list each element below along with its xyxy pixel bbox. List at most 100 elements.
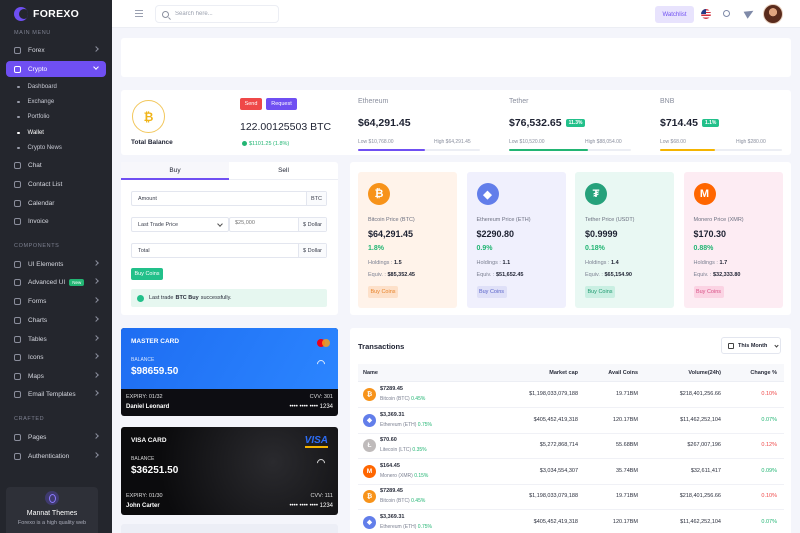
ticker-range-bar xyxy=(660,149,782,151)
card-number: •••• •••• •••• 1234 xyxy=(289,503,333,509)
btc-suffix: BTC xyxy=(306,192,326,205)
contact-icon xyxy=(14,180,21,188)
last-trade-price-select[interactable]: Last Trade Price xyxy=(131,217,229,232)
row-volume: $32,611,417 xyxy=(690,467,721,474)
row-market-cap: $405,452,419,318 xyxy=(533,416,578,423)
calendar-icon xyxy=(728,342,734,349)
row-avail-coins: 120.17BM xyxy=(612,416,638,423)
row-avail-coins: 120.17BM xyxy=(612,518,638,525)
search-input[interactable] xyxy=(175,11,275,17)
sidebar-item-forex[interactable]: Forex xyxy=(0,42,112,58)
balance-usd: $1101.25 (1.8%) xyxy=(242,141,289,147)
price-field[interactable]: $ Dollar xyxy=(229,217,327,232)
send-icon[interactable] xyxy=(743,7,756,19)
sidebar-item-icons[interactable]: Icons xyxy=(0,349,112,365)
price-input[interactable] xyxy=(235,220,290,226)
coin-icon: ₿ xyxy=(363,388,376,401)
sidebar-item-calendar[interactable]: Calendar xyxy=(0,195,112,211)
forex-icon xyxy=(14,46,21,54)
buy-coins-button[interactable]: Buy Coins xyxy=(476,286,507,298)
send-button[interactable]: Send xyxy=(240,98,262,110)
promo-card: Mannat Themes Forexo is a high quality w… xyxy=(6,487,98,533)
chevron-right-icon xyxy=(93,353,99,359)
table-row[interactable]: ◆ $3,369.31 Ethereum (ETH) 0.75% $405,45… xyxy=(358,510,784,533)
user-avatar[interactable] xyxy=(763,4,783,24)
sidebar-item-tables[interactable]: Tables xyxy=(0,331,112,347)
sidebar-item-pages[interactable]: Pages xyxy=(0,429,112,445)
sidebar-item-crypto[interactable]: Crypto xyxy=(6,61,106,77)
theme-toggle-icon[interactable] xyxy=(723,10,730,17)
row-coin: Bitcoin (BTC) 0.45% xyxy=(380,396,426,402)
ticker-high: High $280.00 xyxy=(736,139,766,145)
row-market-cap: $1,198,033,079,188 xyxy=(529,493,578,499)
menu-toggle-icon[interactable] xyxy=(135,10,143,17)
table-row[interactable]: Ł $70.60 Litecoin (LTC) 0.35% $5,272,868… xyxy=(358,433,784,459)
row-volume: $218,401,256.66 xyxy=(679,493,721,499)
ticker-low: Low $68.00 xyxy=(660,139,686,145)
row-change: 0.07% xyxy=(761,416,777,423)
ticker-low: Low $10,520.00 xyxy=(509,139,545,145)
watchlist-button[interactable]: Watchlist xyxy=(655,6,694,23)
sidebar-item-authentication[interactable]: Authentication xyxy=(0,448,112,464)
sidebar-sub-exchange[interactable]: Exchange xyxy=(0,95,112,109)
table-row[interactable]: ₿ $7289.45 Bitcoin (BTC) 0.45% $1,198,03… xyxy=(358,382,784,408)
master-card[interactable]: MASTER CARD BALANCE $98659.50 EXPIRY: 01… xyxy=(121,328,338,416)
search-box xyxy=(155,5,279,23)
table-row[interactable]: ◆ $3,369.31 Ethereum (ETH) 0.75% $405,45… xyxy=(358,408,784,434)
sidebar-sub-crypto-news[interactable]: Crypto News xyxy=(0,141,112,155)
sidebar-item-invoice[interactable]: Invoice xyxy=(0,213,112,229)
coin-card-0: ₿ Bitcoin Price (BTC) $64,291.45 1.8% Ho… xyxy=(358,172,457,308)
coin-name: Bitcoin Price (BTC) xyxy=(368,217,415,223)
transactions-header-row: Name Market cap Avail Coins Volume(24h) … xyxy=(358,364,784,382)
buy-coins-button[interactable]: Buy Coins xyxy=(368,286,398,298)
sidebar-item-chat[interactable]: Chat xyxy=(0,157,112,173)
row-avail-coins: 35.74BM xyxy=(615,467,638,474)
card-title: VISA CARD xyxy=(131,437,167,444)
buy-coins-button[interactable]: Buy Coins xyxy=(693,286,724,298)
promo-icon xyxy=(45,491,59,505)
sidebar-item-charts[interactable]: Charts xyxy=(0,312,112,328)
buy-coins-button[interactable]: Buy Coins xyxy=(585,286,615,298)
sidebar-item-ui-elements[interactable]: UI Elements xyxy=(0,256,112,272)
buy-coins-button[interactable]: Buy Coins xyxy=(131,268,163,280)
chevron-right-icon xyxy=(93,316,99,322)
row-avail-coins: 19.71BM xyxy=(615,493,638,499)
sidebar-item-contact-list[interactable]: Contact List xyxy=(0,176,112,192)
row-change: 0.10% xyxy=(761,391,777,397)
coin-change: 0.9% xyxy=(476,245,493,252)
card-placeholder xyxy=(121,524,338,533)
sidebar-sub-dashboard[interactable]: Dashboard xyxy=(0,80,112,94)
coin-price: $170.30 xyxy=(693,229,727,239)
us-flag-icon[interactable] xyxy=(701,9,711,19)
row-price: $3,369.31 xyxy=(380,513,405,520)
ticker-range-fill xyxy=(509,149,589,151)
coin-change: 0.18% xyxy=(585,245,605,252)
coin-icon: ◆ xyxy=(363,515,376,529)
tab-sell[interactable]: Sell xyxy=(229,162,338,180)
sidebar-item-advanced-ui[interactable]: Advanced UI New xyxy=(0,274,112,290)
visa-card[interactable]: VISA CARD VISA BALANCE $36251.50 EXPIRY:… xyxy=(121,427,338,515)
table-row[interactable]: ₿ $7289.45 Bitcoin (BTC) 0.45% $1,198,03… xyxy=(358,484,784,510)
sidebar-sub-wallet[interactable]: Wallet xyxy=(0,126,112,140)
card-title: MASTER CARD xyxy=(131,338,180,345)
ticker-price: $76,532.65 11.3% xyxy=(509,117,586,129)
row-volume: $267,007,196 xyxy=(687,442,721,448)
chevron-right-icon xyxy=(93,260,99,266)
row-price: $70.60 xyxy=(380,437,397,443)
amount-field[interactable]: Amount BTC xyxy=(131,191,327,206)
balance-panel: ₿ Total Balance Send Request 122.0012550… xyxy=(121,90,791,155)
tab-buy[interactable]: Buy xyxy=(121,162,229,180)
table-row[interactable]: M $164.45 Monero (XMR) 0.15% $3,034,554,… xyxy=(358,459,784,485)
new-badge: New xyxy=(69,278,85,286)
sidebar-item-email-templates[interactable]: Email Templates xyxy=(0,386,112,402)
row-volume: $11,462,252,104 xyxy=(680,416,721,423)
sidebar-sub-portfolio[interactable]: Portfolio xyxy=(0,110,112,124)
sidebar-item-maps[interactable]: Maps xyxy=(0,368,112,384)
request-button[interactable]: Request xyxy=(266,98,297,110)
lock-icon xyxy=(14,452,21,460)
top-header: Watchlist xyxy=(112,0,800,28)
sidebar-item-forms[interactable]: Forms xyxy=(0,293,112,309)
brand-logo[interactable]: FOREXO xyxy=(0,0,112,28)
total-field[interactable]: Total $ Dollar xyxy=(131,243,327,258)
period-filter-dropdown[interactable]: This Month xyxy=(721,337,781,354)
